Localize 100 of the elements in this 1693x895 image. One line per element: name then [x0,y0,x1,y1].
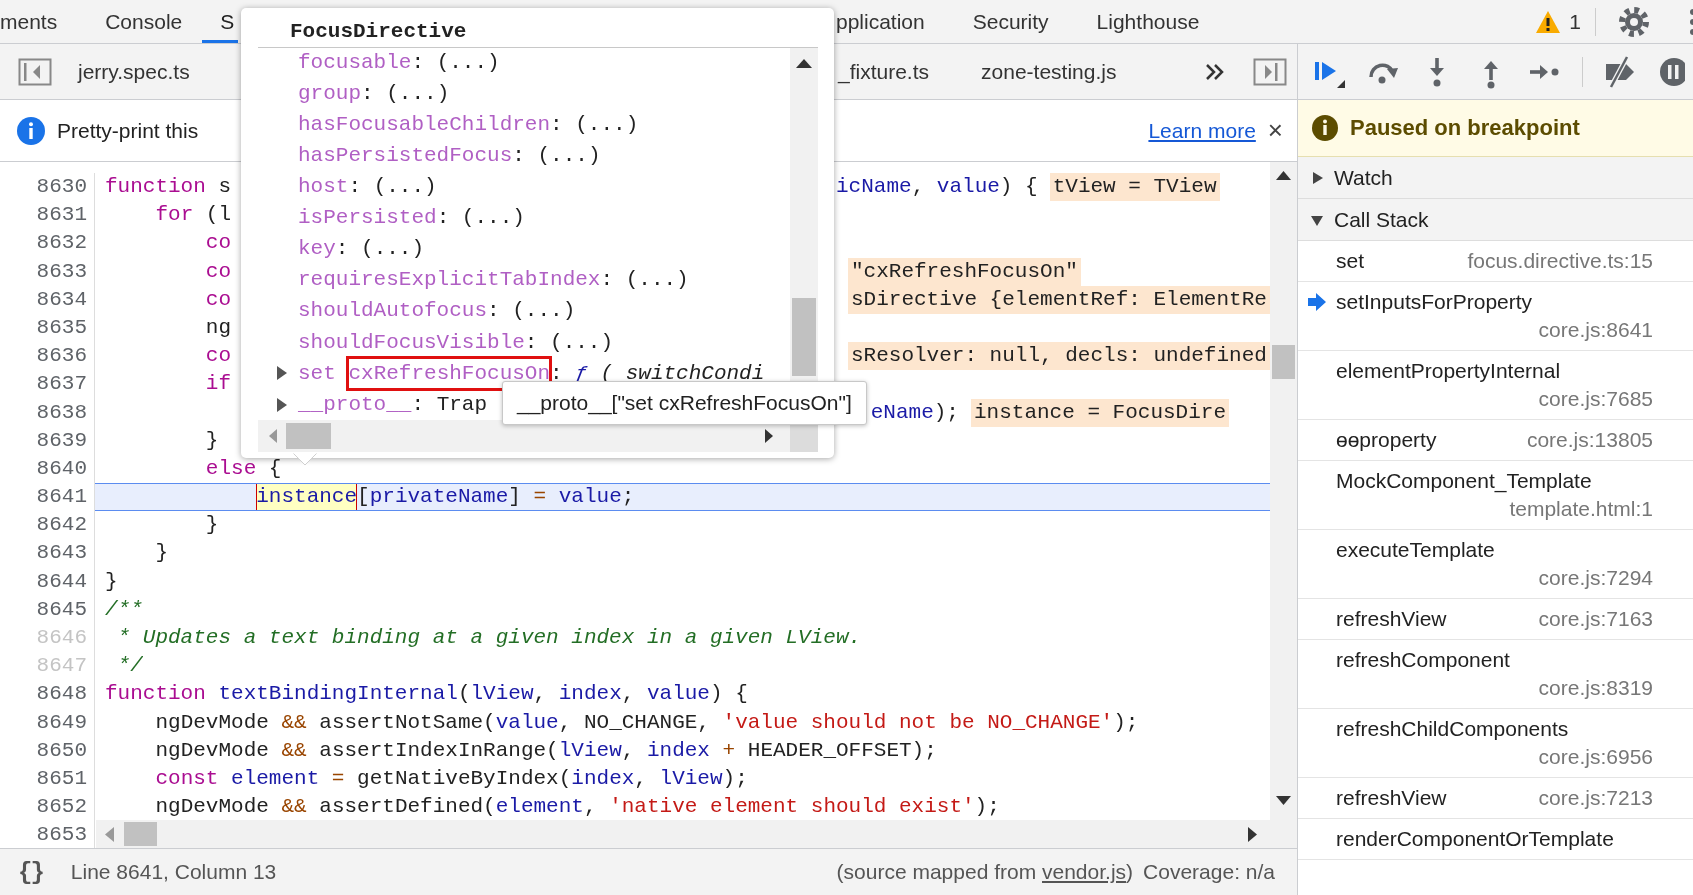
tab[interactable]: Lighthouse [1072,0,1224,43]
line-number: 8633 [0,257,95,286]
frame-name: refreshView [1336,785,1447,811]
line-number: 8647 [0,652,95,681]
scroll-right-icon[interactable] [1248,827,1258,842]
popover-title: FocusDirective [290,19,467,45]
scroll-right-icon[interactable] [765,429,774,443]
code-text: icName, value) { [836,174,1038,200]
code-text: co [205,230,232,257]
frame-name: refreshChildComponents [1336,716,1569,742]
code-text: } [155,540,169,567]
call-frame[interactable]: refreshComponent core.js:8319 [1298,640,1693,709]
frame-name: set [1336,248,1364,274]
info-icon [1312,115,1338,141]
call-frame[interactable]: setInputsForProperty core.js:8641 [1298,282,1693,351]
line-number: 8634 [0,285,95,314]
scroll-up-icon[interactable] [796,58,812,68]
warnings-button[interactable]: 1 [1535,9,1595,34]
property-text[interactable]: shouldFocusVisible: (...) [298,326,614,359]
pretty-print-button[interactable]: {} [18,858,43,886]
call-frame[interactable]: ɵɵproperty core.js:13805 [1298,420,1693,461]
code-text: co [205,258,232,285]
expand-icon[interactable] [276,366,288,381]
vertical-scrollbar[interactable] [1270,162,1297,848]
frame-location: core.js:7685 [1538,386,1653,412]
horizontal-scrollbar[interactable] [258,420,790,452]
inline-value: sDirective {elementRef: ElementRe [848,285,1270,314]
tab[interactable]: Console [81,0,203,43]
property-text[interactable]: group: (...) [298,77,450,110]
scroll-thumb[interactable] [1272,345,1295,379]
call-frame[interactable]: set focus.directive.ts:15 [1298,241,1693,282]
call-frame[interactable]: refreshView core.js:7213 [1298,778,1693,819]
code-text: ngDevMode && assertNotSame(value, NO_CHANGE, 'value should not be NO_CHANGE'); [155,709,1139,736]
frame-location: core.js:13805 [1526,427,1653,453]
settings-icon[interactable] [1618,5,1650,38]
call-frame[interactable]: MockComponent_Template template.html:1 [1298,461,1693,530]
call-frame[interactable]: elementPropertyInternal core.js:7685 [1298,351,1693,420]
section-title: Call Stack [1334,207,1429,232]
tab[interactable]: Security [948,0,1073,43]
call-frame[interactable]: refreshView core.js:7163 [1298,599,1693,640]
expand-icon[interactable] [276,397,288,412]
property-text[interactable]: focusable: (...) [298,48,500,79]
info-message: Pretty-print this [57,118,199,143]
frame-name: refreshView [1336,606,1447,632]
info-icon [17,116,45,145]
horizontal-scrollbar[interactable] [96,820,1270,848]
frame-location: focus.directive.ts:15 [1467,248,1653,274]
code-text: else { [205,455,282,482]
scroll-up-icon[interactable] [1276,170,1291,180]
chevrons-icon[interactable] [1205,61,1225,82]
section-header[interactable]: Watch [1298,157,1693,199]
property-text[interactable]: __proto__: Trap [298,388,488,420]
code-text: co [205,286,232,313]
code-text: */ [117,653,143,680]
tab[interactable]: ments [0,0,82,43]
code-text: [privateName] = value; [357,484,635,511]
line-number: 8638 [0,398,95,427]
breakpoints-off-icon[interactable] [1603,54,1637,89]
learn-more-link[interactable]: Learn more [1148,118,1256,143]
tab[interactable]: pplication [836,0,949,43]
source-link[interactable]: vendor.js [1042,860,1127,883]
scroll-thumb[interactable] [286,423,331,449]
call-frame[interactable]: renderComponentOrTemplate [1298,819,1693,860]
code-text: } [105,568,118,595]
sidebar-toggle-icon[interactable] [18,57,52,86]
code-text: /** [105,596,143,623]
property-text[interactable]: hasFocusableChildren: (...) [298,108,639,141]
expand-icon[interactable] [1310,170,1324,185]
frame-location: template.html:1 [1509,496,1653,522]
property-text[interactable]: requiresExplicitTabIndex: (...) [298,264,689,297]
cursor-position: Line 8641, Column 13 [70,860,277,884]
code-text: ng [205,314,232,341]
scroll-down-icon[interactable] [1276,796,1291,806]
call-frame[interactable]: executeTemplate core.js:7294 [1298,530,1693,599]
tooltip-text: __proto__["set cxRefreshFocusOn"] [517,391,852,414]
frame-location: core.js:8319 [1538,675,1653,701]
hovered-token[interactable]: instance [256,484,358,511]
more-menu-icon[interactable] [1688,6,1693,37]
sidebar-toggle-icon[interactable] [1253,57,1287,86]
line-number: 8631 [0,201,95,230]
property-text[interactable]: shouldAutofocus: (...) [298,295,576,328]
line-number: 8648 [0,680,95,709]
property-text[interactable]: key: (...) [298,233,425,265]
current-frame-icon [1308,293,1326,311]
section-header[interactable]: Call Stack [1298,199,1693,241]
code-text: } [205,427,219,454]
file-tab[interactable]: zone-testing.js [955,59,1143,84]
call-frame[interactable]: refreshChildComponents core.js:6956 [1298,709,1693,778]
line-number: 8652 [0,793,95,822]
close-button[interactable]: × [1267,115,1283,146]
property-text[interactable]: host: (...) [298,171,437,203]
line-number: 8646 [0,624,95,653]
frame-name: renderComponentOrTemplate [1336,826,1614,852]
file-tab[interactable]: _fixture.ts [834,59,956,84]
marked-property-name[interactable]: cxRefreshFocusOn [348,357,551,390]
property-text[interactable]: hasPersistedFocus: (...) [298,140,601,172]
scroll-thumb[interactable] [124,822,157,846]
file-tab[interactable]: jerry.spec.ts [52,59,216,84]
property-text[interactable]: isPersisted: (...) [298,202,525,234]
scroll-thumb[interactable] [792,298,816,376]
